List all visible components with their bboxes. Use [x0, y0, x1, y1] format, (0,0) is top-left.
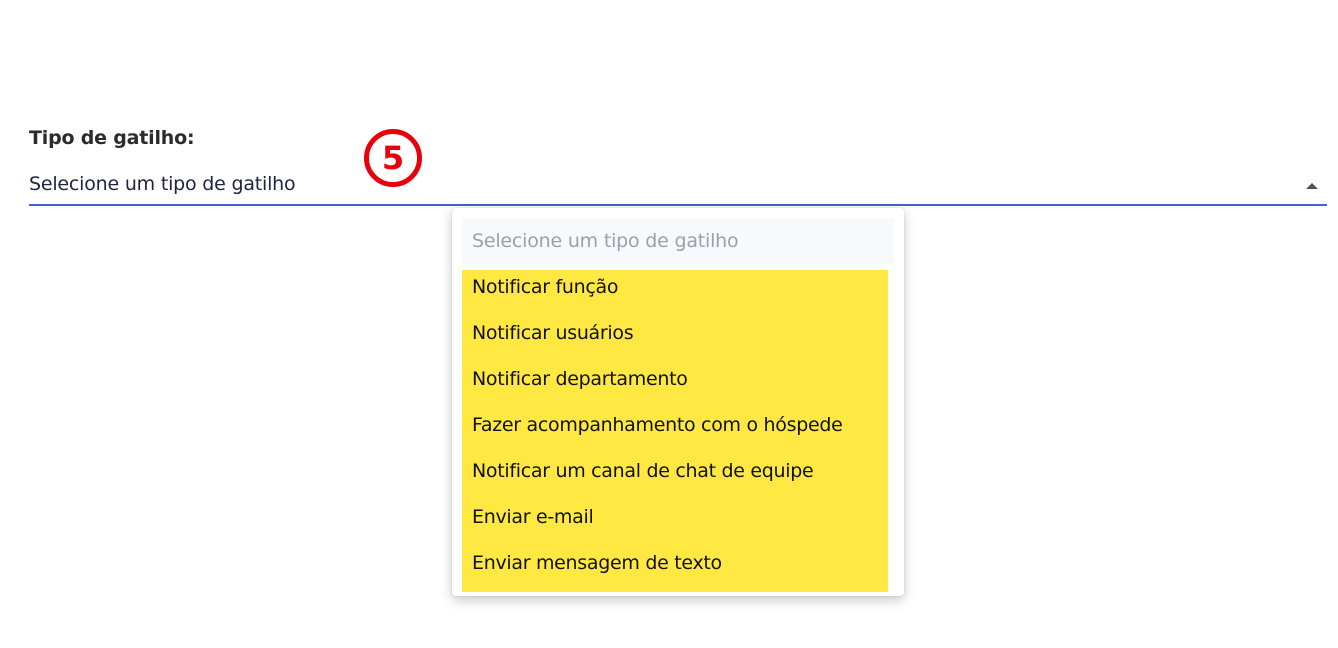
option-send-text-message[interactable]: Enviar mensagem de texto	[462, 546, 888, 592]
trigger-type-label: Tipo de gatilho:	[29, 127, 195, 149]
option-notify-role[interactable]: Notificar função	[462, 270, 888, 316]
option-follow-up-guest[interactable]: Fazer acompanhamento com o hóspede	[462, 408, 888, 454]
caret-up-icon[interactable]	[1306, 183, 1318, 189]
highlighted-options-group: Notificar função Notificar usuários Noti…	[462, 270, 888, 592]
trigger-type-select[interactable]: Selecione um tipo de gatilho	[29, 168, 1327, 206]
option-notify-users[interactable]: Notificar usuários	[462, 316, 888, 362]
page: Tipo de gatilho: 5 Selecione um tipo de …	[0, 0, 1338, 648]
dropdown-placeholder-option: Selecione um tipo de gatilho	[462, 218, 894, 264]
option-send-email[interactable]: Enviar e-mail	[462, 500, 888, 546]
trigger-type-select-value: Selecione um tipo de gatilho	[29, 173, 296, 195]
trigger-type-dropdown: Selecione um tipo de gatilho Notificar f…	[452, 208, 904, 596]
option-notify-department[interactable]: Notificar departamento	[462, 362, 888, 408]
option-notify-team-chat[interactable]: Notificar um canal de chat de equipe	[462, 454, 888, 500]
